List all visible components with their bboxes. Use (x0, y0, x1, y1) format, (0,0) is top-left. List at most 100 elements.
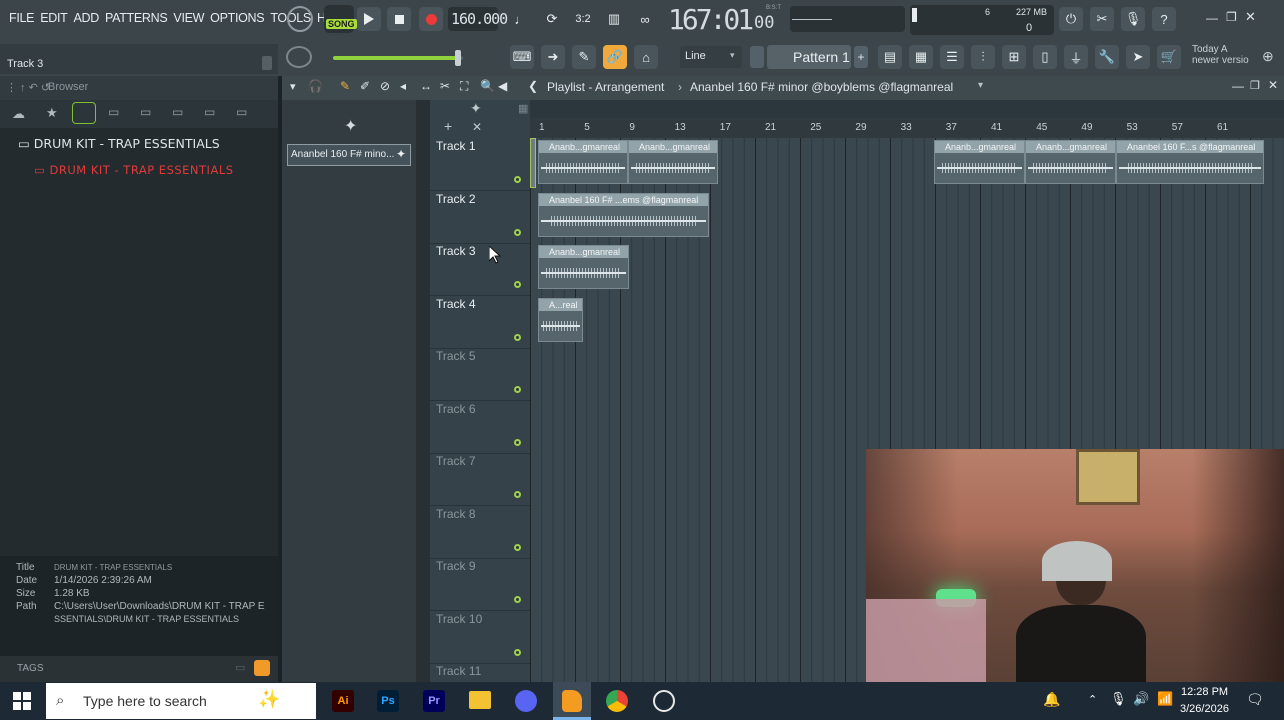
slip-tool-icon[interactable]: ↔ (420, 79, 432, 93)
star-icon[interactable]: ★ (46, 105, 58, 121)
record-button[interactable] (419, 7, 443, 31)
menu-add[interactable]: ADD (70, 8, 102, 30)
photoshop-icon[interactable]: Ps (377, 690, 399, 712)
master-volume-slider[interactable] (333, 50, 463, 66)
plug-icon[interactable]: ⏚ (1064, 45, 1088, 69)
premiere-icon[interactable]: Pr (423, 690, 445, 712)
wait-input-icon[interactable]: ⟳ (540, 7, 564, 31)
obs-icon[interactable] (653, 690, 675, 712)
tags-bar[interactable]: TAGS ▭ (0, 656, 278, 682)
track-mute-toggle[interactable] (514, 648, 521, 656)
track-mute-toggle[interactable] (514, 281, 521, 288)
notification-app-icon[interactable]: 🔔 (1043, 691, 1060, 708)
tempo-display[interactable]: 160.000 (448, 7, 508, 31)
taskbar-search-box[interactable]: ⌕ Type here to search ✨ (46, 683, 316, 719)
stop-button[interactable] (387, 7, 411, 31)
cut-icon[interactable]: ✂ (1090, 7, 1114, 31)
action-center-icon[interactable]: 🗨 (1246, 691, 1264, 708)
audio-clip[interactable]: Ananb...gmanreal (538, 245, 629, 289)
restore-icon[interactable]: ❐ (1250, 79, 1260, 92)
nav-arrow-icon[interactable]: ❮ (528, 79, 538, 93)
audio-clip[interactable]: Ananb...gmanreal (538, 140, 628, 184)
link-icon[interactable]: 🔗 (603, 45, 627, 69)
microphone-tray-icon[interactable]: 🎙 (1110, 691, 1127, 707)
search-icon[interactable] (254, 660, 270, 676)
grid-icon[interactable]: ▦ (518, 102, 528, 115)
song-mode-toggle[interactable]: SONG (324, 5, 357, 33)
browser-icon[interactable]: ▯ (1033, 45, 1057, 69)
menu-options[interactable]: OPTIONS (207, 8, 267, 30)
help-icon[interactable]: ? (1152, 7, 1176, 31)
audio-clip[interactable]: Ananbel 160 F# ...ems @flagmanreal (538, 192, 709, 237)
zoom-tool-icon[interactable]: 🔍 (480, 79, 495, 93)
restore-icon[interactable]: ❐ (1226, 10, 1237, 24)
countdown-icon[interactable]: 3:2 (571, 7, 595, 31)
track-mute-toggle[interactable] (514, 228, 521, 236)
step-edit-icon[interactable]: ▥ (602, 7, 626, 31)
browser-folder[interactable]: ▭ DRUM KIT - TRAP ESSENTIALS (18, 136, 220, 151)
browser-nav-icons[interactable]: ⋮ ↑ ↶ ↺ (6, 81, 50, 94)
master-pitch-knob[interactable] (286, 46, 312, 68)
wifi-icon[interactable]: 📶 (1157, 691, 1173, 707)
track-header[interactable]: Track 2 (430, 191, 530, 244)
track-header[interactable]: Track 8 (430, 506, 530, 559)
audio-clip[interactable]: Ananb...gmanreal (628, 140, 718, 184)
playlist-menu-icon[interactable]: ▾ (290, 80, 296, 93)
audio-clip[interactable]: Ananb...gmanreal (1025, 140, 1116, 184)
minimize-icon[interactable]: — (1206, 11, 1218, 25)
slider-handle[interactable] (455, 50, 461, 66)
arrow-right-icon[interactable]: ➜ (541, 45, 565, 69)
track-header[interactable]: Track 1 (430, 138, 530, 191)
track-header[interactable]: Track 3 (430, 243, 530, 296)
folder-filter-icon[interactable]: ▭ (108, 105, 119, 119)
track-header-icon[interactable]: ✦ (470, 100, 482, 117)
minimize-icon[interactable]: — (1232, 79, 1244, 93)
chevron-up-icon[interactable]: ⌃ (1088, 693, 1097, 706)
track-header[interactable]: Track 9 (430, 558, 530, 611)
taskbar-date[interactable]: 3/26/2026 (1180, 703, 1229, 715)
track-header[interactable]: Track 4 (430, 296, 530, 349)
menu-view[interactable]: VIEW (170, 8, 207, 30)
add-track-icon[interactable]: + (444, 118, 452, 134)
pattern-selector[interactable]: Pattern 1 (767, 45, 851, 69)
cloud-icon[interactable]: ☁ (12, 106, 25, 122)
online-icon[interactable]: ⊕ (1262, 48, 1274, 65)
slice-tool-icon[interactable]: ✂ (440, 79, 450, 93)
mixer-icon[interactable]: ⫶ (971, 45, 995, 69)
close-icon[interactable]: ✕ (1245, 9, 1256, 25)
windows-start-icon[interactable] (13, 692, 31, 710)
piano-roll-icon[interactable]: ▦ (909, 45, 933, 69)
chrome-icon[interactable] (606, 690, 628, 712)
wrench-icon[interactable]: 🔧 (1095, 45, 1119, 69)
metronome-icon[interactable]: ♩ (509, 7, 533, 31)
microphone-icon[interactable]: 🎙 (1121, 7, 1145, 31)
all-folders-button[interactable] (72, 102, 96, 124)
pattern-prev-button[interactable] (750, 46, 764, 68)
close-icon[interactable]: ✕ (1268, 78, 1278, 92)
menu-edit[interactable]: EDIT (37, 8, 70, 30)
menu-patterns[interactable]: PATTERNS (102, 8, 170, 30)
track-mute-toggle[interactable] (514, 543, 521, 551)
cart-icon[interactable]: 🛒 (1157, 45, 1181, 69)
audio-clip[interactable]: A...real (538, 297, 583, 342)
snap-select[interactable]: Line ▾ (680, 46, 742, 68)
playhead-marker[interactable] (530, 138, 536, 188)
illustrator-icon[interactable]: Ai (332, 690, 354, 712)
loop-record-icon[interactable]: ∞ (633, 7, 657, 31)
news-panel[interactable]: Today A newer versio (1192, 44, 1258, 72)
power-icon[interactable]: ⏻ (1059, 7, 1083, 31)
channel-rack-icon[interactable]: ☰ (940, 45, 964, 69)
mute-tool-icon[interactable]: ◂ (400, 79, 406, 93)
track-header[interactable]: Track 7 (430, 453, 530, 506)
master-volume-knob[interactable] (287, 6, 313, 32)
song-position-display[interactable]: 167:01 00 B:S:T (668, 3, 781, 37)
browser-folder-open[interactable]: ▭ DRUM KIT - TRAP ESSENTIALS (34, 163, 234, 177)
taskbar-time[interactable]: 12:28 PM (1181, 686, 1228, 698)
playlist-icon[interactable]: ▤ (878, 45, 902, 69)
track-mute-toggle[interactable] (514, 386, 521, 393)
chevron-down-icon[interactable]: ▾ (978, 80, 983, 91)
discord-icon[interactable] (515, 690, 537, 712)
track-mute-toggle[interactable] (514, 596, 521, 603)
file-explorer-icon[interactable] (469, 691, 491, 709)
playlist-pattern-name[interactable]: Ananbel 160 F# minor @boyblems @flagmanr… (690, 80, 953, 94)
